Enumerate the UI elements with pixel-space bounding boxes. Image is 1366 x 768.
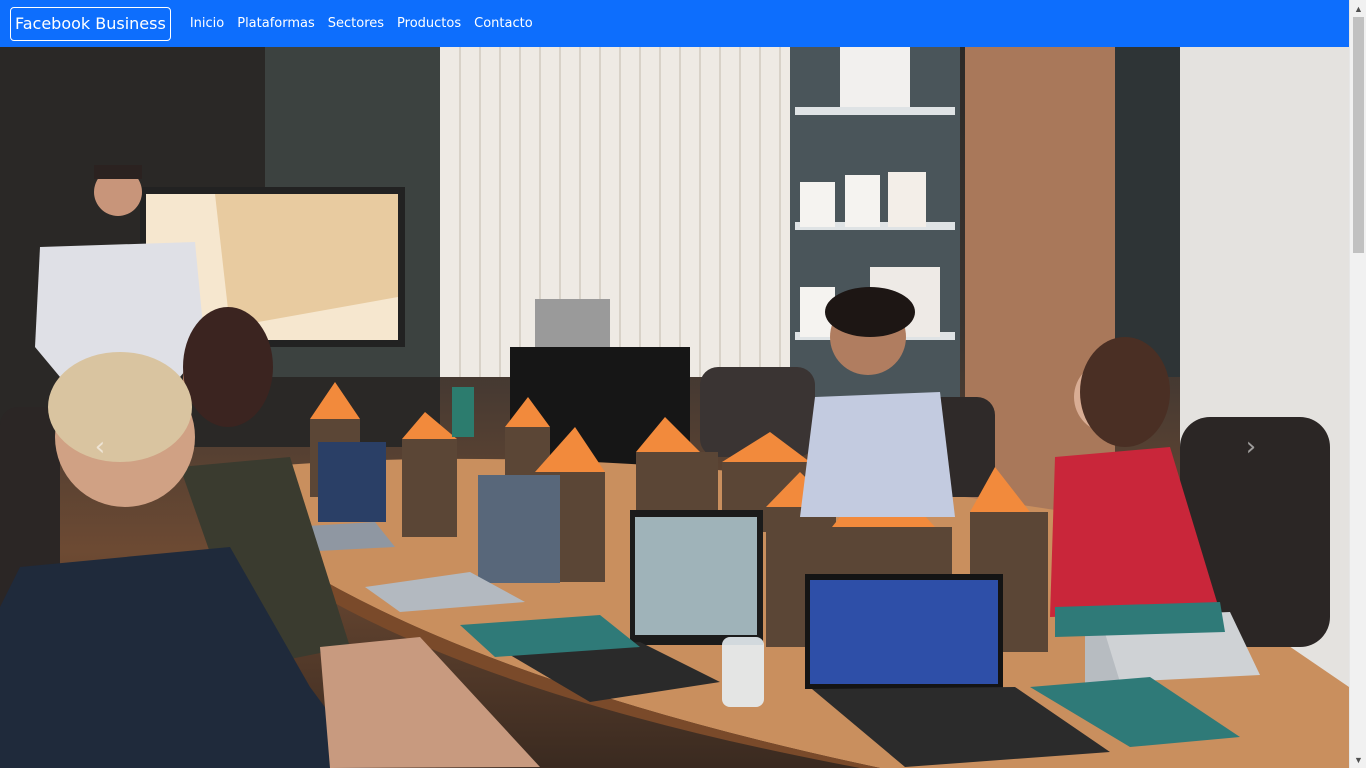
top-navbar: Facebook Business Inicio Plataformas Sec… bbox=[0, 0, 1349, 47]
chevron-left-icon: ‹ bbox=[94, 432, 106, 462]
carousel-prev-button[interactable]: ‹ bbox=[85, 432, 115, 462]
nav-links: Inicio Plataformas Sectores Productos Co… bbox=[190, 16, 533, 31]
carousel-next-button[interactable]: › bbox=[1236, 432, 1266, 462]
scroll-up-arrow-icon[interactable]: ▲ bbox=[1350, 0, 1366, 17]
nav-link-plataformas[interactable]: Plataformas bbox=[237, 16, 315, 31]
chevron-right-icon: › bbox=[1245, 432, 1257, 462]
nav-link-inicio[interactable]: Inicio bbox=[190, 16, 224, 31]
scrollbar-thumb[interactable] bbox=[1353, 17, 1364, 253]
hero-image bbox=[0, 47, 1349, 768]
brand-link[interactable]: Facebook Business bbox=[10, 6, 171, 41]
nav-link-productos[interactable]: Productos bbox=[397, 16, 461, 31]
hero-carousel: ‹ › bbox=[0, 47, 1349, 768]
nav-link-sectores[interactable]: Sectores bbox=[328, 16, 384, 31]
nav-link-contacto[interactable]: Contacto bbox=[474, 16, 533, 31]
page-scrollbar[interactable]: ▲ ▼ bbox=[1349, 0, 1366, 768]
scroll-down-arrow-icon[interactable]: ▼ bbox=[1350, 751, 1366, 768]
page: Facebook Business Inicio Plataformas Sec… bbox=[0, 0, 1366, 768]
